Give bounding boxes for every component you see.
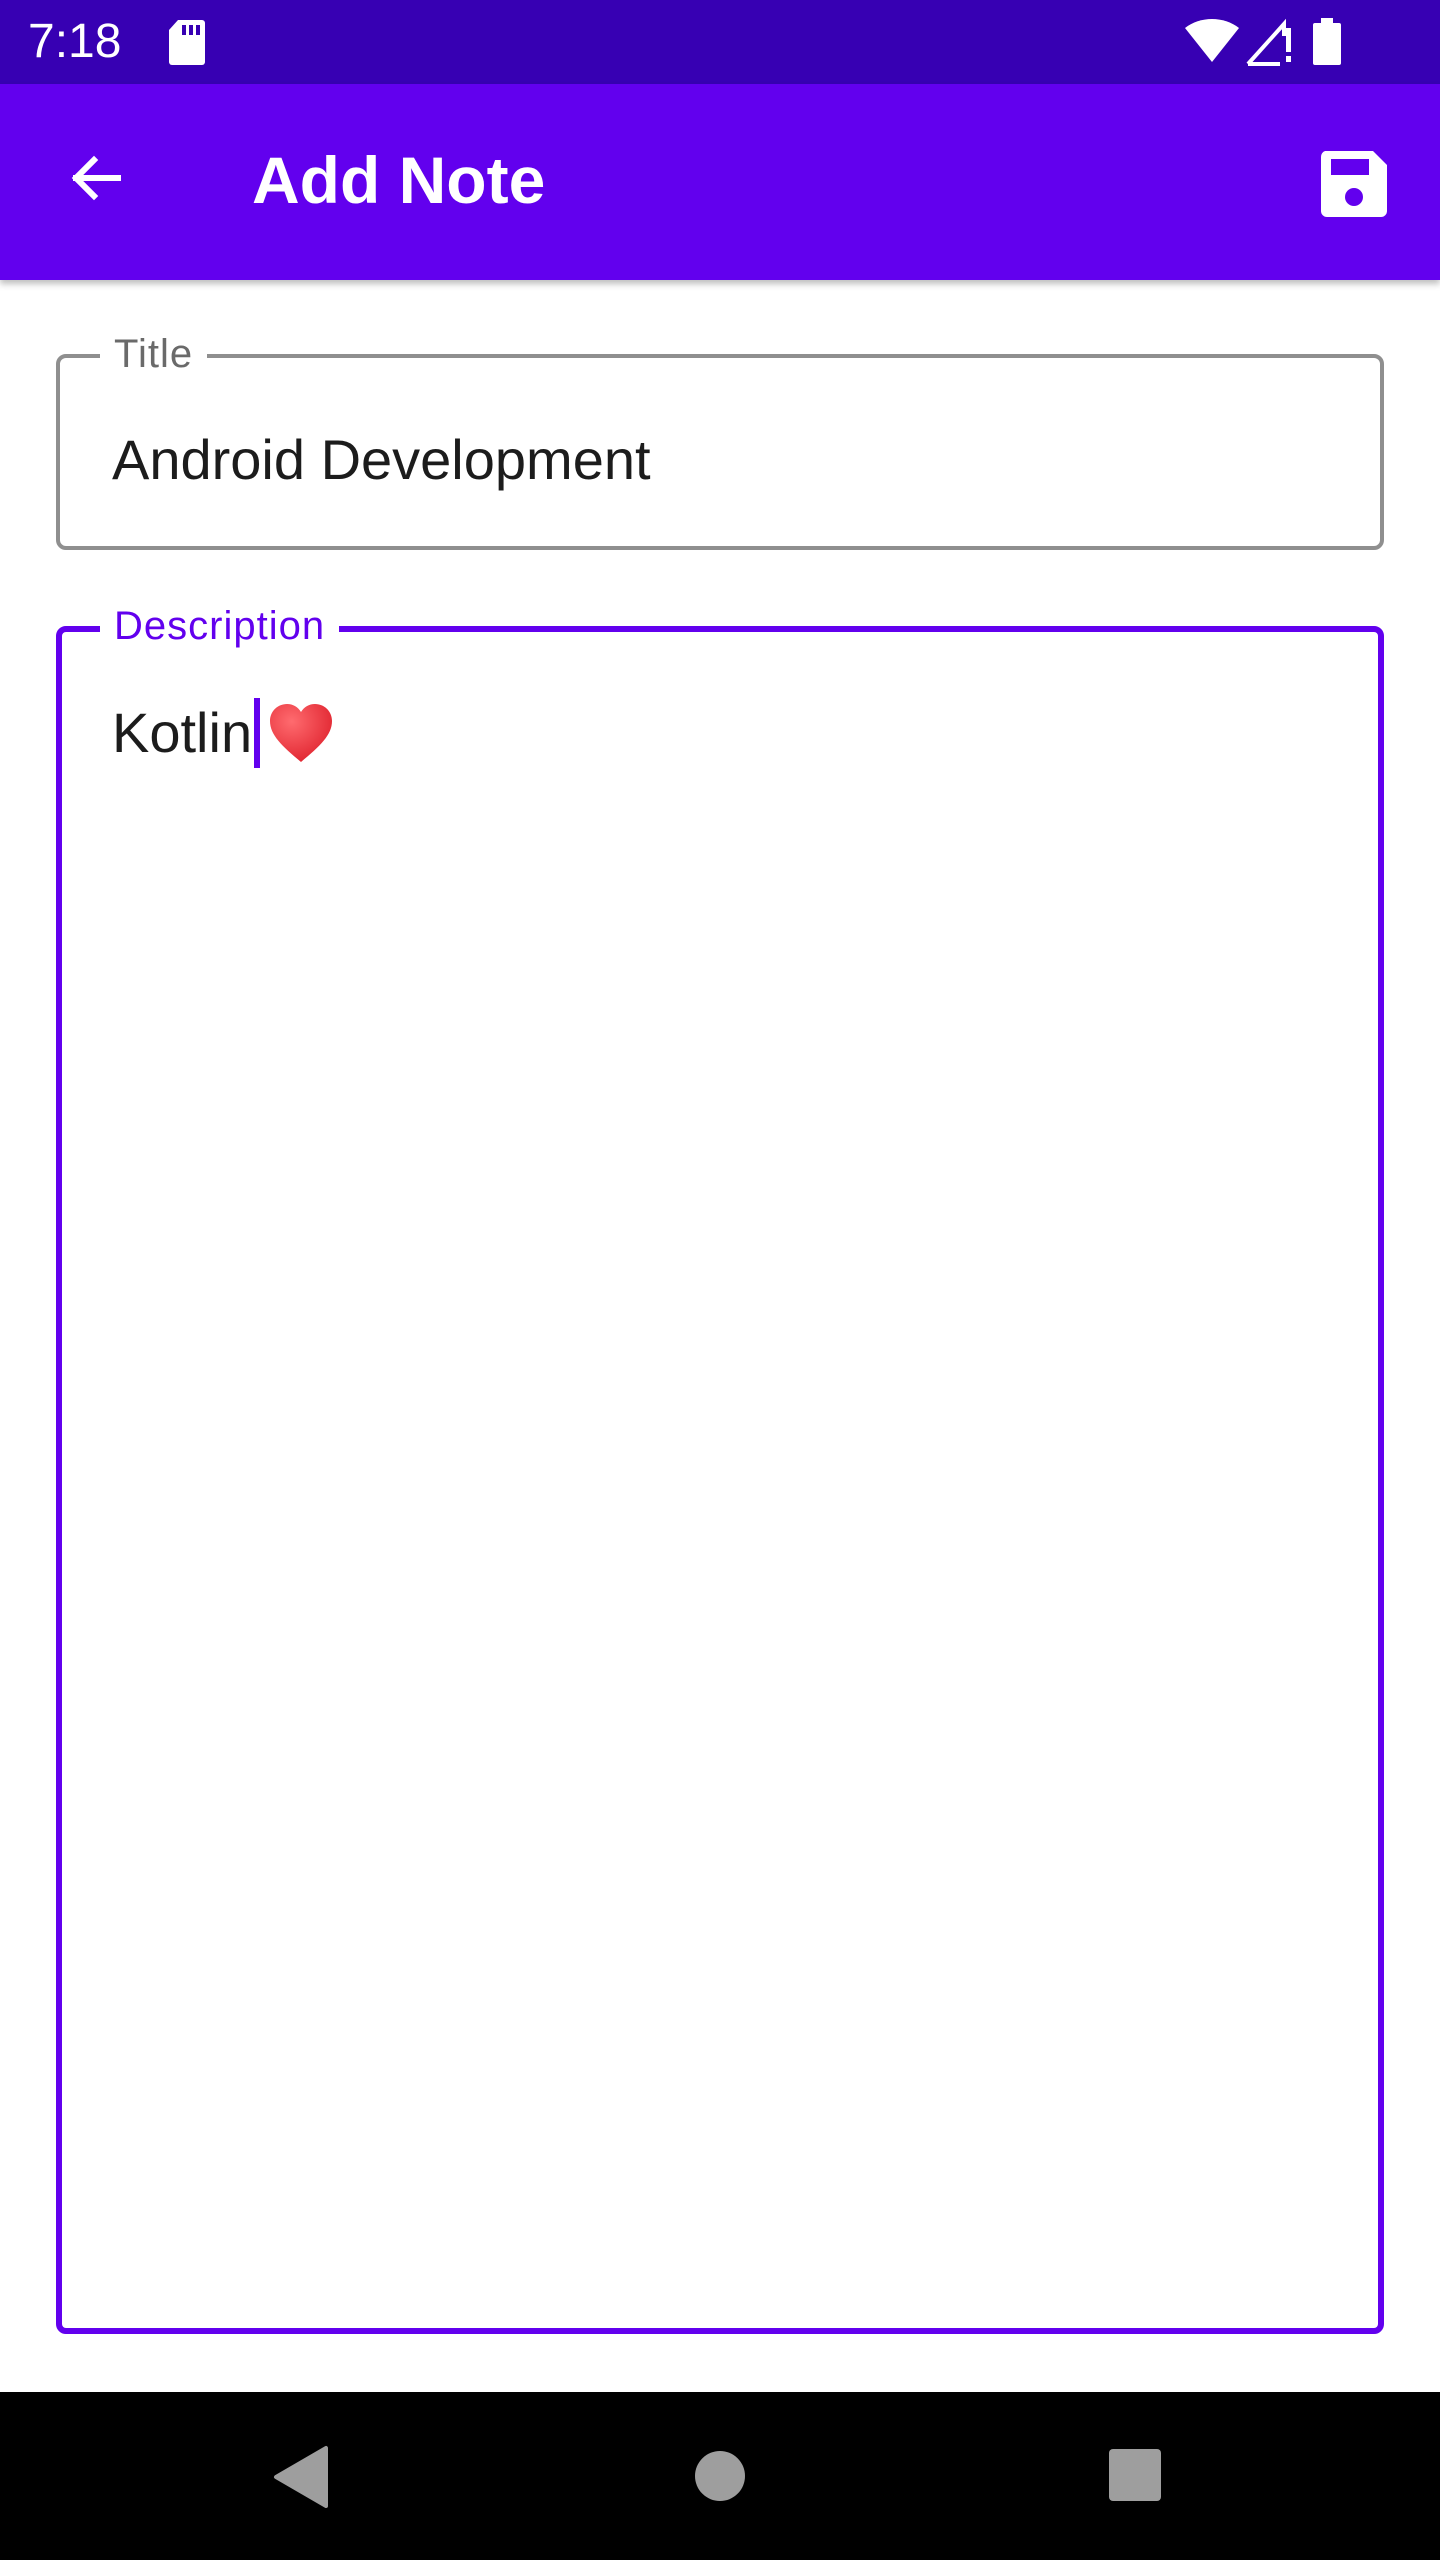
title-field-value: Android Development (112, 428, 651, 491)
nav-back-icon[interactable] (270, 2444, 330, 2510)
battery-icon (1313, 18, 1341, 65)
back-button[interactable] (48, 130, 144, 226)
arrow-back-icon (71, 155, 121, 201)
description-text: Kotlin (112, 701, 253, 764)
description-field-value: Kotlin (112, 698, 334, 768)
title-field-label: Title (100, 328, 208, 380)
heart-icon (270, 704, 333, 762)
signal-icon (1246, 18, 1291, 66)
description-field-label: Description (100, 600, 340, 652)
navigation-bar (0, 2392, 1440, 2560)
nav-home-icon[interactable] (694, 2450, 746, 2502)
text-cursor (254, 698, 261, 768)
save-button[interactable] (1306, 136, 1402, 232)
description-field[interactable]: Description Kotlin (56, 600, 1384, 2334)
status-time: 7:18 (28, 15, 122, 68)
sd-card-icon (169, 20, 205, 65)
nav-recents-icon[interactable] (1108, 2448, 1162, 2502)
status-bar: 7:18 (0, 0, 1440, 84)
wifi-icon (1185, 19, 1239, 62)
add-note-screen: 7:18 Add Note Title Android Development … (0, 0, 1440, 2560)
page-title: Add Note (252, 143, 546, 217)
title-field[interactable]: Title Android Development (56, 328, 1384, 550)
save-icon (1320, 151, 1387, 217)
top-app-bar (0, 84, 1440, 280)
